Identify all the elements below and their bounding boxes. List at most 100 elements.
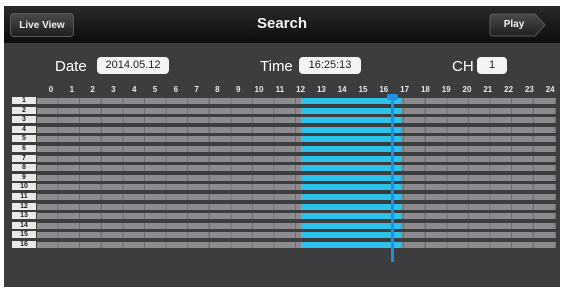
recording-segment[interactable] <box>300 155 402 162</box>
hour-tick-label: 15 <box>358 85 368 94</box>
hour-tick-label: 14 <box>337 85 347 94</box>
channel-track[interactable] <box>37 184 556 191</box>
channel-row: 2 <box>4 106 560 115</box>
time-field[interactable]: 16:25:13 <box>299 57 361 74</box>
channel-label[interactable]: 8 <box>12 164 36 172</box>
channel-row: 10 <box>4 183 560 191</box>
channel-label[interactable]: 4 <box>12 125 36 133</box>
hour-tick-label: 10 <box>254 85 264 94</box>
hour-tick-label: 19 <box>441 85 451 94</box>
recording-segment[interactable] <box>300 174 402 181</box>
channel-label[interactable]: 12 <box>12 202 36 210</box>
top-bar: Live View Search Play <box>4 6 560 43</box>
channel-track[interactable] <box>37 165 556 172</box>
channel-field[interactable]: 1 <box>477 57 507 74</box>
channel-row: 8 <box>4 164 560 172</box>
recording-segment[interactable] <box>300 232 402 239</box>
date-label: Date <box>55 58 87 75</box>
hour-tick-label: 8 <box>215 85 220 94</box>
search-screen: Live View Search Play Date 2014.05.12 Ti… <box>4 6 560 287</box>
hour-tick-label: 4 <box>131 85 137 94</box>
channel-track[interactable] <box>37 136 556 143</box>
page-title: Search <box>256 15 308 32</box>
channel-label[interactable]: 9 <box>12 173 36 181</box>
channel-track[interactable] <box>37 242 556 248</box>
hour-tick-label: 23 <box>524 85 534 94</box>
hour-tick-label: 24 <box>545 85 555 94</box>
hour-tick-label: 6 <box>173 85 179 94</box>
channel-label[interactable]: 6 <box>12 145 36 152</box>
recording-segment[interactable] <box>300 117 402 124</box>
recording-segment[interactable] <box>300 184 402 191</box>
hour-tick-label: 3 <box>111 85 116 94</box>
channel-track[interactable] <box>37 155 556 162</box>
channel-label[interactable]: 5 <box>12 135 36 143</box>
channel-track[interactable] <box>37 126 556 133</box>
playhead-line[interactable] <box>391 96 395 262</box>
channel-label[interactable]: 10 <box>12 183 36 191</box>
recording-segment[interactable] <box>300 203 402 210</box>
channel-row: 16 <box>4 241 560 249</box>
channel-label[interactable]: 13 <box>12 212 36 220</box>
play-button[interactable]: Play <box>489 13 547 37</box>
channel-track[interactable] <box>37 203 556 210</box>
recording-segment[interactable] <box>300 194 402 200</box>
hour-tick-label: 17 <box>400 85 410 94</box>
channel-track[interactable] <box>37 98 556 104</box>
channel-label[interactable]: 14 <box>12 221 36 229</box>
channel-label[interactable]: 3 <box>12 116 36 124</box>
channel-label[interactable]: 15 <box>12 231 36 239</box>
recording-segment[interactable] <box>300 222 402 229</box>
recording-segment[interactable] <box>300 146 402 152</box>
channel-timeline-grid: 1 2 3 4 5 6 7 8 9 10 11 12 13 14 15 16 <box>4 97 560 257</box>
channel-track[interactable] <box>37 194 556 200</box>
hour-tick-label: 20 <box>462 85 472 94</box>
hour-tick-label: 9 <box>235 85 241 94</box>
channel-track[interactable] <box>37 213 556 220</box>
channel-row: 1 <box>4 97 560 105</box>
hour-tick-label: 16 <box>379 85 389 94</box>
recording-segment[interactable] <box>300 107 402 114</box>
channel-label[interactable]: 7 <box>12 154 36 162</box>
channel-track[interactable] <box>37 174 556 181</box>
hour-tick-label: 5 <box>152 85 158 94</box>
hour-tick-label: 22 <box>504 85 514 94</box>
hour-tick-label: 7 <box>194 85 199 94</box>
channel-row: 6 <box>4 145 560 153</box>
channel-track[interactable] <box>37 107 556 114</box>
hour-tick-label: 1 <box>69 85 75 94</box>
recording-segment[interactable] <box>300 242 402 248</box>
channel-row: 13 <box>4 212 560 220</box>
channel-row: 12 <box>4 202 560 211</box>
recording-segment[interactable] <box>300 136 402 143</box>
hour-tick-label: 13 <box>316 85 326 94</box>
channel-row: 14 <box>4 221 560 230</box>
recording-segment[interactable] <box>300 213 402 220</box>
time-label: Time <box>260 58 293 75</box>
hour-tick-label: 0 <box>48 85 54 94</box>
channel-label[interactable]: 16 <box>12 241 36 248</box>
channel-row: 7 <box>4 154 560 163</box>
recording-segment[interactable] <box>300 126 402 133</box>
channel-label[interactable]: 11 <box>12 193 36 200</box>
channel-row: 5 <box>4 135 560 143</box>
date-field[interactable]: 2014.05.12 <box>97 57 169 74</box>
hour-tick-label: 2 <box>90 85 95 94</box>
hour-tick-label: 12 <box>296 85 306 94</box>
hour-tick-label: 11 <box>275 85 285 94</box>
channel-row: 15 <box>4 231 560 239</box>
channel-track[interactable] <box>37 117 556 124</box>
channel-label: CH <box>452 58 474 75</box>
channel-label[interactable]: 1 <box>12 97 36 104</box>
channel-track[interactable] <box>37 146 556 152</box>
hour-tick-label: 21 <box>483 85 493 94</box>
channel-row: 3 <box>4 116 560 124</box>
channel-row: 9 <box>4 173 560 182</box>
hour-tick-label: 18 <box>420 85 430 94</box>
channel-label[interactable]: 2 <box>12 106 36 114</box>
channel-row: 4 <box>4 125 560 134</box>
recording-segment[interactable] <box>300 165 402 172</box>
channel-track[interactable] <box>37 232 556 239</box>
channel-track[interactable] <box>37 222 556 229</box>
channel-row: 11 <box>4 193 560 201</box>
